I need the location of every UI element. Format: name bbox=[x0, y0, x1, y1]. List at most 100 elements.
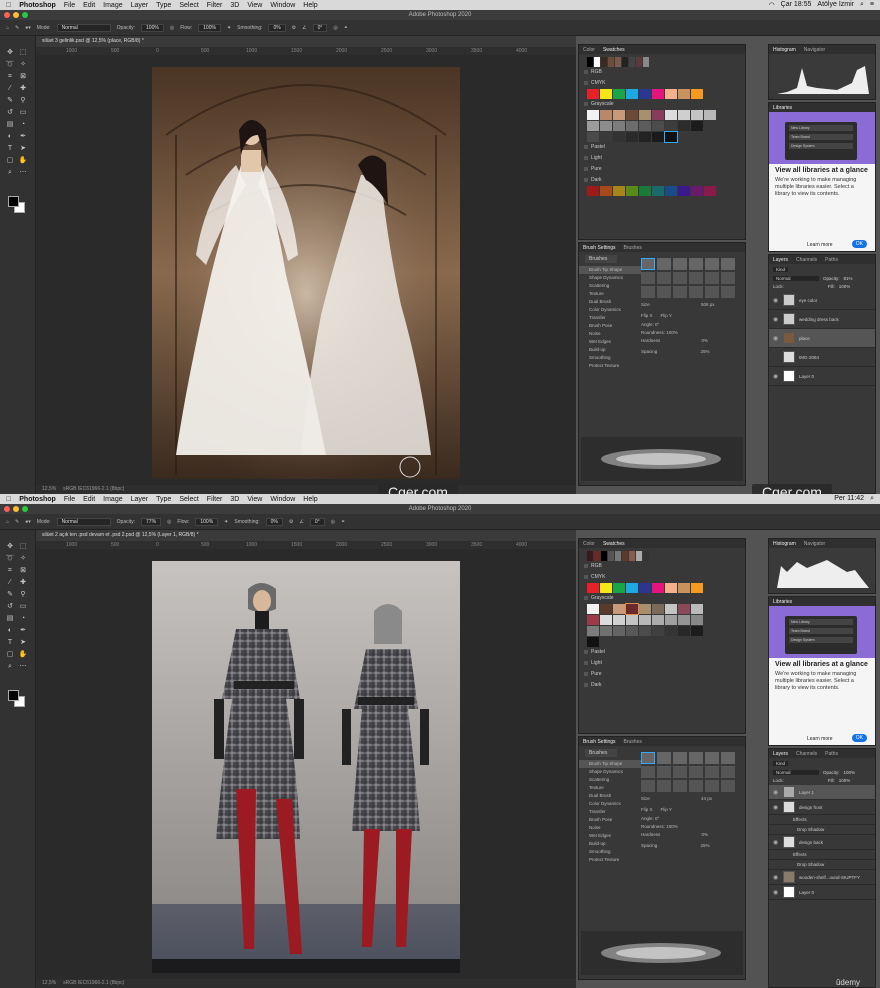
angle-icon[interactable]: ∠ bbox=[302, 25, 306, 31]
menu-image[interactable]: Image bbox=[103, 2, 122, 9]
color-profile[interactable]: sRGB IEC61966-2.1 (8bpc) bbox=[63, 486, 124, 492]
grayscale-swatches-2[interactable] bbox=[579, 121, 745, 131]
shape-tool-icon[interactable]: ▢ bbox=[5, 650, 15, 659]
menu-file[interactable]: File bbox=[64, 2, 75, 9]
apple-icon[interactable]:  bbox=[6, 496, 11, 503]
brush-preset-picker[interactable]: ●▾ bbox=[25, 25, 31, 31]
brush-tool-icon[interactable]: ✎ bbox=[15, 25, 19, 31]
close-window-icon[interactable] bbox=[4, 506, 10, 512]
layer-row[interactable]: ◉ place bbox=[769, 329, 875, 348]
eye-icon[interactable]: ◉ bbox=[773, 874, 779, 881]
shape-tool-icon[interactable]: ▢ bbox=[5, 156, 15, 165]
spacing-value[interactable]: 25% bbox=[701, 349, 710, 354]
tab-layers[interactable]: Layers bbox=[773, 257, 788, 263]
artwork-plaid-coats[interactable] bbox=[36, 549, 576, 979]
grayscale-swatches-1[interactable] bbox=[579, 110, 745, 120]
layer-row[interactable]: ◉ design back bbox=[769, 835, 875, 850]
healing-brush-icon[interactable]: ✚ bbox=[18, 578, 28, 587]
smoothing-field[interactable]: 0% bbox=[268, 23, 286, 32]
hardness-value[interactable]: 0% bbox=[702, 338, 709, 343]
learn-more-link[interactable]: Learn more bbox=[807, 242, 833, 248]
history-brush-icon[interactable]: ↺ bbox=[5, 108, 15, 117]
tab-brushes[interactable]: Brushes bbox=[624, 739, 642, 745]
flip-y-checkbox[interactable]: Flip Y bbox=[661, 807, 672, 812]
brush-option-noise[interactable]: Noise bbox=[579, 330, 641, 338]
menu-view[interactable]: View bbox=[247, 2, 262, 9]
clock[interactable]: Çar 18:55 bbox=[781, 1, 812, 9]
hand-tool-icon[interactable]: ✋ bbox=[18, 156, 28, 165]
size-value[interactable]: 508 px bbox=[701, 302, 715, 307]
clock[interactable]: Per 11:42 bbox=[834, 495, 864, 503]
menu-filter[interactable]: Filter bbox=[207, 496, 223, 503]
mode-select[interactable]: Normal bbox=[56, 517, 111, 526]
brush-tip-grid[interactable] bbox=[641, 752, 745, 792]
settings-gear-icon[interactable]: ⚙ bbox=[292, 25, 296, 31]
swatch-group-dark[interactable]: Dark bbox=[579, 680, 745, 691]
airbrush-icon[interactable]: ✦ bbox=[227, 25, 231, 31]
brush-option-build-up[interactable]: Build-up bbox=[579, 346, 641, 354]
brush-tip-grid[interactable] bbox=[641, 258, 745, 298]
menu-window[interactable]: Window bbox=[270, 496, 295, 503]
eye-icon[interactable]: ◉ bbox=[773, 789, 779, 796]
brush-option-shape-dynamics[interactable]: Shape Dynamics bbox=[579, 274, 641, 282]
home-icon[interactable]: ⌂ bbox=[6, 519, 9, 525]
frame-tool-icon[interactable]: ⊠ bbox=[18, 72, 28, 81]
cmyk-swatches[interactable] bbox=[579, 583, 745, 593]
frame-tool-icon[interactable]: ⊠ bbox=[18, 566, 28, 575]
filter-kind-select[interactable]: Kind bbox=[773, 761, 789, 766]
dark-swatches[interactable] bbox=[579, 186, 745, 196]
tab-swatches[interactable]: Swatches bbox=[603, 541, 625, 547]
layer-name[interactable]: wedding dress back bbox=[799, 317, 839, 322]
tab-brushes[interactable]: Brushes bbox=[624, 245, 642, 251]
brush-option-smoothing[interactable]: Smoothing bbox=[579, 354, 641, 362]
brush-option-noise[interactable]: Noise bbox=[579, 824, 641, 832]
close-window-icon[interactable] bbox=[4, 12, 10, 18]
mode-select[interactable]: Normal bbox=[56, 23, 111, 32]
brushes-button[interactable]: Brushes bbox=[585, 255, 617, 263]
cmyk-swatches[interactable] bbox=[579, 89, 745, 99]
smoothing-field[interactable]: 0% bbox=[265, 517, 283, 526]
eyedropper-icon[interactable]: ⁄ bbox=[5, 578, 15, 587]
canvas-area[interactable] bbox=[36, 55, 576, 485]
dodge-tool-icon[interactable]: ◐ bbox=[5, 626, 15, 635]
eye-icon[interactable]: ◉ bbox=[773, 889, 779, 896]
layer-row[interactable]: ◉ wedding dress back bbox=[769, 310, 875, 329]
hardness-value[interactable]: 0% bbox=[702, 832, 709, 837]
angle-field[interactable]: 0° bbox=[309, 517, 325, 526]
layer-row[interactable]: ◉ design front bbox=[769, 800, 875, 815]
menu-view[interactable]: View bbox=[247, 496, 262, 503]
eraser-icon[interactable]: ▭ bbox=[18, 108, 28, 117]
eye-icon[interactable]: ◉ bbox=[773, 373, 779, 380]
menu-app[interactable]: Photoshop bbox=[19, 496, 56, 503]
swatch-group-light[interactable]: Light bbox=[579, 153, 745, 164]
flip-x-checkbox[interactable]: Flip X bbox=[641, 313, 653, 318]
brush-option-texture[interactable]: Texture bbox=[579, 290, 641, 298]
eraser-icon[interactable]: ▭ bbox=[18, 602, 28, 611]
swatch-group-pastel[interactable]: Pastel bbox=[579, 647, 745, 658]
document-tab[interactable]: silüet 2 açık ten .psd devam et .psd 2.p… bbox=[36, 530, 576, 541]
brush-option-brush-pose[interactable]: Brush Pose bbox=[579, 816, 641, 824]
size-value[interactable]: 44 px bbox=[701, 796, 712, 801]
home-icon[interactable]: ⌂ bbox=[6, 25, 9, 31]
brush-option-dual-brush[interactable]: Dual Brush bbox=[579, 298, 641, 306]
layer-row[interactable]: ◉ Layer 0 bbox=[769, 885, 875, 900]
tab-brush-settings[interactable]: Brush Settings bbox=[583, 739, 616, 745]
brush-option-protect-texture[interactable]: Protect Texture bbox=[579, 362, 641, 370]
more-tools-icon[interactable]: ⋯ bbox=[18, 662, 28, 671]
marquee-tool-icon[interactable]: ⬚ bbox=[18, 542, 28, 551]
minimize-window-icon[interactable] bbox=[13, 12, 19, 18]
layer-name[interactable]: design back bbox=[799, 840, 823, 845]
apple-icon[interactable]:  bbox=[6, 2, 11, 9]
menu-filter[interactable]: Filter bbox=[207, 2, 223, 9]
eye-icon[interactable]: ◉ bbox=[773, 335, 779, 342]
tab-paths[interactable]: Paths bbox=[825, 257, 838, 263]
pressure-opacity-icon[interactable]: ◎ bbox=[167, 519, 171, 525]
blur-tool-icon[interactable]: ◔ bbox=[18, 614, 28, 623]
pen-tool-icon[interactable]: ✒ bbox=[18, 132, 28, 141]
pressure-size-icon[interactable]: ◎ bbox=[333, 25, 337, 31]
pen-tool-icon[interactable]: ✒ bbox=[18, 626, 28, 635]
crop-tool-icon[interactable]: ⌗ bbox=[5, 566, 15, 575]
layer-fill[interactable]: 100% bbox=[839, 778, 851, 783]
eye-icon[interactable]: ◉ bbox=[773, 839, 779, 846]
roundness-value[interactable]: 100% bbox=[666, 824, 678, 829]
